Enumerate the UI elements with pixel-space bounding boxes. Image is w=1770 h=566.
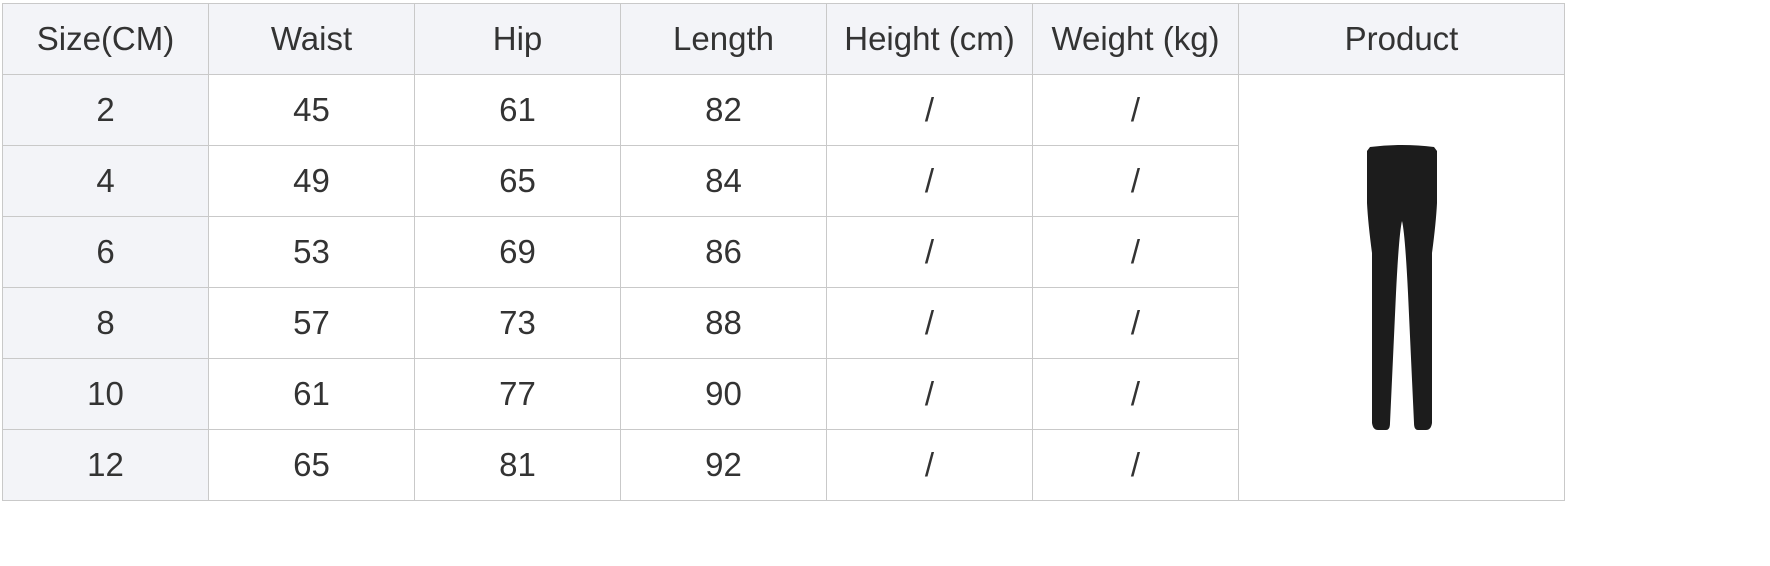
- hip-cell: 81: [414, 429, 621, 501]
- height-cell: /: [826, 429, 1033, 501]
- header-weight: Weight (kg): [1032, 3, 1239, 75]
- height-cell: /: [826, 287, 1033, 359]
- waist-cell: 45: [208, 74, 415, 146]
- size-cell: 12: [2, 429, 209, 501]
- length-cell: 90: [620, 358, 827, 430]
- header-height: Height (cm): [826, 3, 1033, 75]
- header-length: Length: [620, 3, 827, 75]
- length-cell: 84: [620, 145, 827, 217]
- length-cell: 86: [620, 216, 827, 288]
- weight-cell: /: [1032, 216, 1239, 288]
- weight-cell: /: [1032, 74, 1239, 146]
- header-size: Size(CM): [2, 3, 209, 75]
- hip-cell: 77: [414, 358, 621, 430]
- size-cell: 2: [2, 74, 209, 146]
- table-row: 2 45 61 82 / /: [2, 74, 1565, 501]
- height-cell: /: [826, 145, 1033, 217]
- header-hip: Hip: [414, 3, 621, 75]
- height-cell: /: [826, 216, 1033, 288]
- length-cell: 82: [620, 74, 827, 146]
- size-chart-table: Size(CM) Waist Hip Length Height (cm) We…: [2, 3, 1565, 501]
- length-cell: 92: [620, 429, 827, 501]
- leggings-icon: [1366, 144, 1437, 430]
- waist-cell: 65: [208, 429, 415, 501]
- waist-cell: 49: [208, 145, 415, 217]
- height-cell: /: [826, 74, 1033, 146]
- height-cell: /: [826, 358, 1033, 430]
- length-cell: 88: [620, 287, 827, 359]
- size-cell: 6: [2, 216, 209, 288]
- size-cell: 8: [2, 287, 209, 359]
- header-row: Size(CM) Waist Hip Length Height (cm) We…: [2, 3, 1565, 75]
- weight-cell: /: [1032, 358, 1239, 430]
- hip-cell: 69: [414, 216, 621, 288]
- size-cell: 10: [2, 358, 209, 430]
- header-waist: Waist: [208, 3, 415, 75]
- hip-cell: 65: [414, 145, 621, 217]
- size-cell: 4: [2, 145, 209, 217]
- product-image-cell: [1238, 74, 1565, 501]
- weight-cell: /: [1032, 429, 1239, 501]
- waist-cell: 57: [208, 287, 415, 359]
- hip-cell: 61: [414, 74, 621, 146]
- waist-cell: 53: [208, 216, 415, 288]
- weight-cell: /: [1032, 145, 1239, 217]
- header-product: Product: [1238, 3, 1565, 75]
- weight-cell: /: [1032, 287, 1239, 359]
- hip-cell: 73: [414, 287, 621, 359]
- waist-cell: 61: [208, 358, 415, 430]
